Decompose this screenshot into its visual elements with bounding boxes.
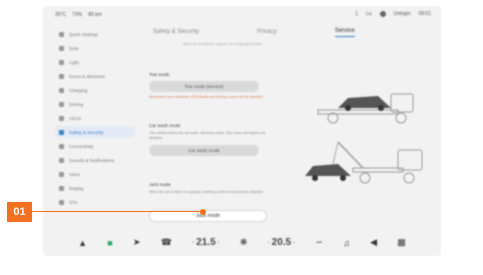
volume-icon[interactable]: ◀ [370,237,377,248]
passenger-temperature: 20.5 [271,237,292,248]
sidebar-item-light[interactable]: Light [55,56,135,68]
chevron-left-icon[interactable]: ‹ [268,240,270,246]
sidebar-item-connectivity[interactable]: Connectivity [55,140,135,152]
tow-mode-section: Tow mode Tow mode (service) Remember you… [149,72,264,99]
sidebar-item-quick-settings[interactable]: Quick Settings [55,28,135,40]
wifi-icon [59,143,64,149]
passenger-temperature-control[interactable]: ‹ 20.5 › [268,237,295,248]
tab-privacy[interactable]: Privacy [257,29,277,35]
tow-mode-title: Tow mode [149,72,170,77]
tab-service[interactable]: Service [334,28,355,37]
settings-panel: Safety & Security Privacy Service Need a… [143,24,433,224]
wrecker-truck-illustration [305,141,423,184]
mic-icon [59,171,64,177]
sidebar-item-label: Charging [69,87,88,93]
sidebar-item-label: Doors & Windows [69,73,105,79]
sidebar-item-label: Sounds & Notifications [69,157,115,163]
callout-dot [200,208,206,215]
sidebar-item-voice[interactable]: Voice [55,168,135,180]
battery-level: 73% [72,12,83,18]
sidebar-item-adas[interactable]: ADAS [55,112,135,124]
chevron-right-icon[interactable]: › [293,240,295,246]
adas-icon [59,115,64,121]
phone-icon[interactable]: ☎ [161,237,172,248]
tow-truck-illustration [317,93,414,124]
update-icon [59,199,64,205]
toggle-icon [59,31,64,37]
sidebar-item-label: OTA [69,199,78,205]
navigation-icon[interactable]: ➤ [133,237,141,248]
driver-temperature: 21.5 [196,237,216,248]
sidebar-item-label: Safety & Security [69,129,104,135]
driver-temperature-control[interactable]: ‹ 21.5 › [192,237,219,248]
jack-mode-title: Jack mode [149,182,171,187]
sidebar-item-sounds[interactable]: Sounds & Notifications [55,154,135,166]
jack-mode-section: Jack mode When the car is lifted on a ja… [149,182,269,195]
settings-sidebar: Quick Settings Seat Light Doors & Window… [55,28,135,228]
chevron-right-icon[interactable]: › [218,240,220,246]
car-icon[interactable]: ▲ [78,238,87,248]
light-icon [59,59,64,65]
music-icon[interactable]: ♫ [343,238,350,248]
jack-mode-description: When the car is lifted on a jack(s), lev… [149,190,263,194]
sidebar-item-label: Connectivity [69,143,94,149]
display-icon [59,185,64,191]
sidebar-item-label: Driving [69,101,84,107]
sidebar-item-label: Seat [69,45,79,51]
apps-icon[interactable]: ■ [107,238,112,248]
car-wash-button[interactable]: Car wash mode [149,145,259,156]
profile-initials[interactable]: Lu [366,11,372,17]
callout-badge: 01 [7,202,32,222]
sidebar-item-charging[interactable]: Charging [55,84,135,96]
sidebar-item-label: ADAS [69,115,82,121]
tow-mode-warning: Remember your seatbelts. PRK/Brake and d… [149,95,264,99]
seat-heating-icon[interactable]: ∽ [315,237,323,248]
tab-bar: Safety & Security Privacy Service [143,24,433,40]
range: 85 km [88,12,102,18]
car-wash-description: The vehicle enters the car wash. Windows… [149,131,266,140]
status-bar: 26°C 73% 85 km 1 Lu Unlogin 09:51 [43,6,441,24]
sidebar-item-seat[interactable]: Seat [55,42,135,54]
fan-icon[interactable]: ❋ [240,237,248,248]
avatar[interactable] [379,11,386,17]
door-icon [59,73,64,79]
sidebar-item-label: Quick Settings [69,31,99,37]
sidebar-item-display[interactable]: Display [55,182,135,194]
callout-line [32,211,202,212]
tow-mode-button[interactable]: Tow mode (service) [149,81,259,92]
sidebar-item-driving[interactable]: Driving [55,98,135,110]
clock: 09:51 [418,11,431,17]
car-wash-section: Car wash mode The vehicle enters the car… [149,123,269,156]
seat-icon [59,45,64,51]
user-name[interactable]: Unlogin [394,11,411,17]
tab-description: Need air-conditioner support, so on gara… [183,42,262,46]
menu-icon[interactable]: ▦ [397,237,406,248]
car-wash-title: Car wash mode [149,123,181,128]
tab-safety-security[interactable]: Safety & Security [153,29,199,35]
charging-icon [59,87,64,93]
sidebar-item-label: Light [69,59,79,65]
bottom-dock: ▲ ■ ➤ ☎ ‹ 21.5 › ❋ ‹ 20.5 › ∽ ♫ ◀ ▦ [43,229,441,256]
status-indicator: 1 [355,11,358,17]
steering-icon [59,101,64,107]
shield-icon [59,129,64,135]
sidebar-item-doors-windows[interactable]: Doors & Windows [55,70,135,82]
sound-icon [59,157,64,163]
chevron-left-icon[interactable]: ‹ [192,240,194,246]
car-display-screen: 26°C 73% 85 km 1 Lu Unlogin 09:51 Quick … [43,6,441,256]
sidebar-item-label: Voice [69,171,81,177]
sidebar-item-safety-security[interactable]: Safety & Security [55,126,135,138]
sidebar-item-ota[interactable]: OTA [55,196,135,208]
outside-temperature: 26°C [55,12,67,18]
sidebar-item-label: Display [69,185,84,191]
